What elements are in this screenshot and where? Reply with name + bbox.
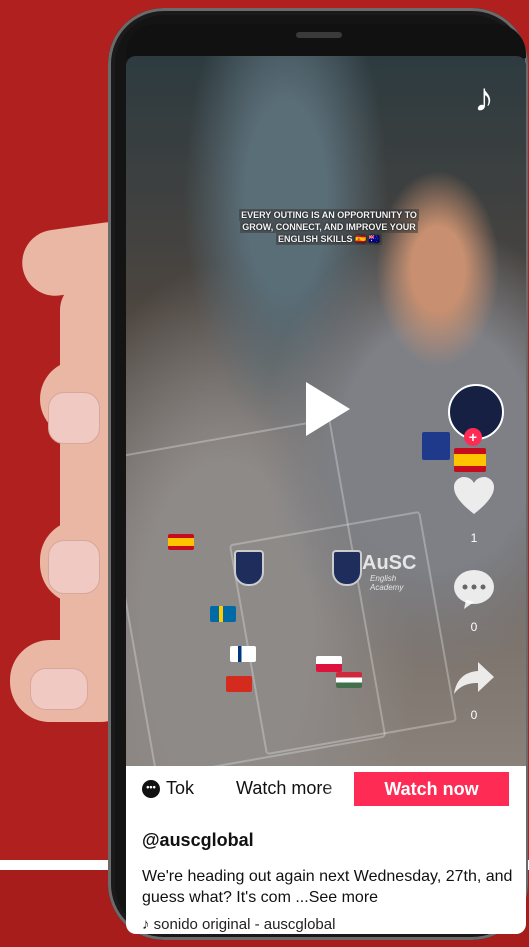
bottom-action-row: ••• Tok Watch more Watch now: [126, 766, 526, 812]
bottom-panel: ••• Tok Watch more Watch now @auscglobal…: [126, 766, 526, 934]
author-handle[interactable]: @auscglobal: [142, 830, 254, 851]
flag-spain: [168, 534, 194, 550]
likes-count: 1: [470, 531, 478, 545]
comments-count: 0: [470, 620, 478, 634]
phone-top-bezel: [126, 24, 526, 58]
flag-switzerland: [226, 676, 252, 692]
phone-speaker: [296, 32, 342, 38]
post-description: We're heading out again next Wednesday, …: [142, 866, 516, 908]
heart-icon[interactable]: [452, 476, 496, 521]
caption-line-3: ENGLISH SKILLS 🇪🇸 🇦🇺: [276, 233, 382, 245]
caption-line-1: EVERY OUTING IS AN OPPORTUNITY TO: [239, 209, 419, 221]
tiktok-chat-icon: •••: [142, 780, 160, 798]
caption-line-2: GROW, CONNECT, AND IMPROVE YOUR: [240, 221, 418, 233]
tiktok-logo-icon[interactable]: ♪: [462, 76, 506, 120]
follow-plus-icon[interactable]: +: [464, 428, 482, 446]
video-caption: EVERY OUTING IS AN OPPORTUNITY TO GROW, …: [218, 209, 440, 245]
watermark-tagline: English Academy: [370, 574, 404, 592]
play-icon[interactable]: [306, 382, 350, 436]
shares-count: 0: [470, 708, 478, 722]
watch-more-fade: [322, 774, 356, 804]
watch-now-button[interactable]: Watch now: [354, 772, 509, 806]
shield-icon: [234, 550, 264, 586]
flag-australia-patch: [422, 432, 450, 460]
comment-icon[interactable]: [452, 568, 496, 615]
flag-finland: [230, 646, 256, 662]
sound-row[interactable]: ♪ sonido original - auscglobal: [142, 916, 335, 933]
flag-poland: [316, 656, 342, 672]
app-label[interactable]: Tok: [166, 778, 194, 799]
music-note-icon: ♪: [142, 916, 150, 933]
see-more-link[interactable]: See more: [309, 889, 378, 906]
flag-hungary: [336, 672, 362, 688]
tray: [228, 510, 458, 756]
share-icon[interactable]: [452, 660, 496, 701]
sound-label: sonido original - auscglobal: [153, 916, 336, 933]
shield-icon: [332, 550, 362, 586]
video-watermark: AuSC English Academy: [234, 550, 424, 592]
watermark-brand: AuSC: [362, 552, 417, 574]
tiktok-embed: EVERY OUTING IS AN OPPORTUNITY TO GROW, …: [126, 56, 526, 934]
flag-sweden: [210, 606, 236, 622]
flag-spain-patch: [454, 448, 486, 472]
